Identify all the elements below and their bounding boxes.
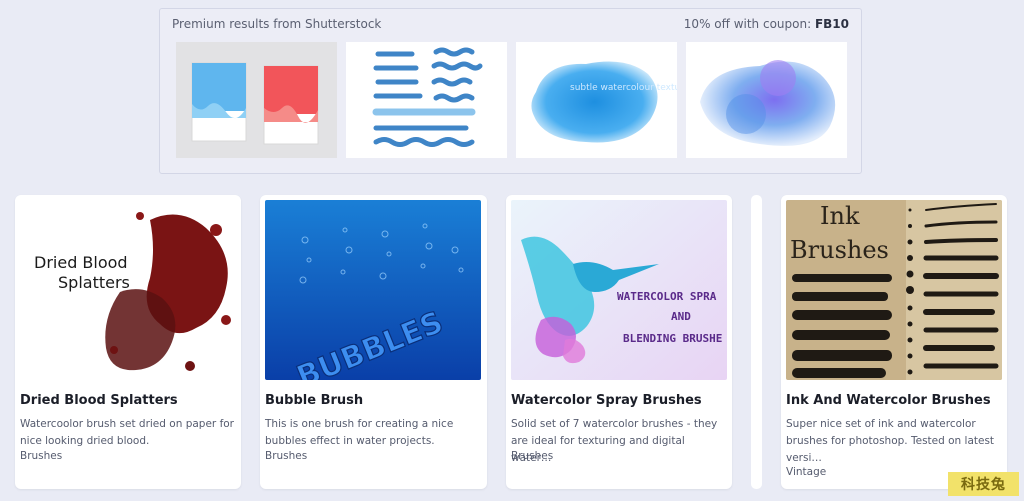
- card-description: Super nice set of ink and watercolor bru…: [786, 418, 995, 464]
- brush-card-watercolor-spray[interactable]: WATERCOLOR SPRA AND BLENDING BRUSHE Wate…: [506, 195, 732, 489]
- card-description: Watercoolor brush set dried on paper for…: [20, 418, 235, 447]
- premium-thumb-blue-stain[interactable]: subtle watercolour texture background: [516, 42, 677, 158]
- spray-image-text-line1: WATERCOLOR SPRA: [617, 290, 717, 303]
- blood-splatter-image: Dried Blood Splatters: [34, 212, 231, 371]
- card-title[interactable]: Ink And Watercolor Brushes: [786, 393, 1003, 408]
- card-category[interactable]: Brushes: [511, 450, 553, 462]
- premium-thumb-brush-strokes[interactable]: [346, 42, 507, 158]
- premium-thumb-blue-purple[interactable]: [686, 42, 847, 158]
- coupon-prefix: 10% off with coupon:: [683, 17, 815, 31]
- card-title[interactable]: Watercolor Spray Brushes: [511, 393, 728, 408]
- ink-brushes-thumbnail[interactable]: Ink Brushes: [786, 200, 1002, 380]
- card-category[interactable]: Brushes: [20, 450, 62, 462]
- card-title[interactable]: Dried Blood Splatters: [20, 393, 237, 408]
- ink-image-text-line1: Ink: [820, 202, 860, 230]
- bubble-thumbnail[interactable]: BUBBLES: [265, 200, 481, 380]
- blood-image-text-line1: Dried Blood: [34, 253, 128, 272]
- coupon-text: 10% off with coupon: FB10: [684, 17, 849, 31]
- dried-blood-thumbnail[interactable]: Dried Blood Splatters: [20, 200, 236, 380]
- premium-header: Premium results from Shutterstock 10% of…: [172, 17, 849, 31]
- premium-results-panel: Premium results from Shutterstock 10% of…: [159, 8, 862, 174]
- watercolor-cards-image: [191, 62, 319, 145]
- brush-card-bubble[interactable]: BUBBLES Bubble Brush This is one brush f…: [260, 195, 487, 489]
- card-category[interactable]: Brushes: [265, 450, 307, 462]
- site-watermark: 科技兔: [948, 472, 1019, 496]
- blue-purple-watercolor-image: [700, 60, 836, 146]
- blue-watercolor-stain-image: subtle watercolour texture background: [531, 61, 677, 143]
- stain-text: subtle watercolour texture background: [570, 83, 677, 93]
- hidden-card-edge[interactable]: [751, 195, 762, 489]
- card-description: This is one brush for creating a nice bu…: [265, 418, 454, 447]
- coupon-code: FB10: [814, 17, 849, 31]
- blue-brush-strokes-image: [372, 47, 483, 147]
- hummingbird-image: WATERCOLOR SPRA AND BLENDING BRUSHE: [511, 200, 727, 380]
- ink-image-text-line2: Brushes: [790, 236, 889, 264]
- spray-image-text-line3: BLENDING BRUSHE: [623, 332, 722, 345]
- brush-card-dried-blood[interactable]: Dried Blood Splatters Dried Blood Splatt…: [15, 195, 241, 489]
- card-title[interactable]: Bubble Brush: [265, 393, 483, 408]
- card-category[interactable]: Vintage: [786, 466, 826, 478]
- spray-image-text-line2: AND: [671, 310, 691, 323]
- bubbles-image: BUBBLES: [265, 200, 481, 380]
- watercolor-spray-thumbnail[interactable]: WATERCOLOR SPRA AND BLENDING BRUSHE: [511, 200, 727, 380]
- blood-image-text-line2: Splatters: [58, 273, 130, 292]
- brush-card-ink-watercolor[interactable]: Ink Brushes Ink And Watercolor Brushes S…: [781, 195, 1007, 489]
- premium-heading: Premium results from Shutterstock: [172, 17, 382, 31]
- ink-brushes-image: Ink Brushes: [786, 200, 1002, 380]
- premium-thumb-watercolor-cards[interactable]: [176, 42, 337, 158]
